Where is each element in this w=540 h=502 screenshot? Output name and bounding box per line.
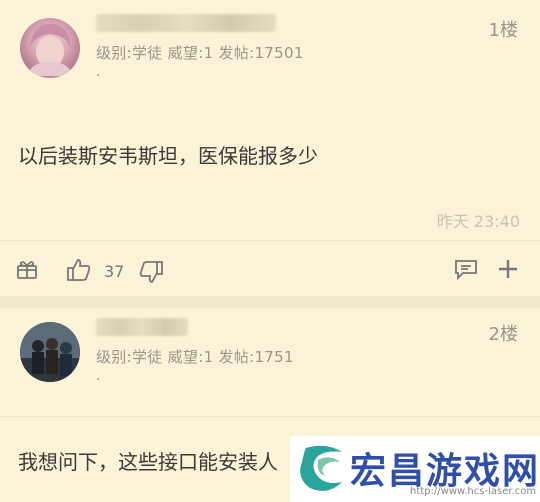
dislike-icon[interactable] <box>138 260 164 288</box>
watermark-url: http://www.hcs-laser.com <box>410 486 537 497</box>
post-content: 我想问下，这些接口能安装人 <box>18 450 278 474</box>
divider <box>0 240 540 241</box>
user-signature: . <box>96 368 101 384</box>
user-meta: 级别:学徒 威望:1 发帖:1751 <box>96 348 294 366</box>
comment-icon[interactable] <box>454 258 478 284</box>
post-separator <box>0 296 540 308</box>
like-icon[interactable] <box>66 258 92 286</box>
user-signature: . <box>96 64 101 80</box>
floor-number: 1楼 <box>488 20 518 41</box>
gift-icon[interactable] <box>16 258 38 284</box>
site-watermark: 宏昌游戏网 http://www.hcs-laser.com <box>290 436 540 502</box>
username-blurred <box>96 318 188 336</box>
watermark-logo-icon <box>296 442 348 502</box>
divider <box>0 416 540 417</box>
post-time: 昨天 23:40 <box>436 212 520 231</box>
like-count: 37 <box>104 262 125 281</box>
user-avatar[interactable] <box>20 322 80 382</box>
floor-number: 2楼 <box>488 324 518 345</box>
user-meta: 级别:学徒 威望:1 发帖:17501 <box>96 44 304 62</box>
post-actions: 37 <box>0 250 540 290</box>
post-content: 以后装斯安韦斯坦，医保能报多少 <box>18 144 318 168</box>
user-avatar[interactable] <box>20 18 80 78</box>
username-blurred <box>96 14 276 32</box>
add-icon[interactable] <box>496 257 520 285</box>
post-1: 级别:学徒 威望:1 发帖:17501 . 1楼 以后装斯安韦斯坦，医保能报多少… <box>0 0 540 296</box>
